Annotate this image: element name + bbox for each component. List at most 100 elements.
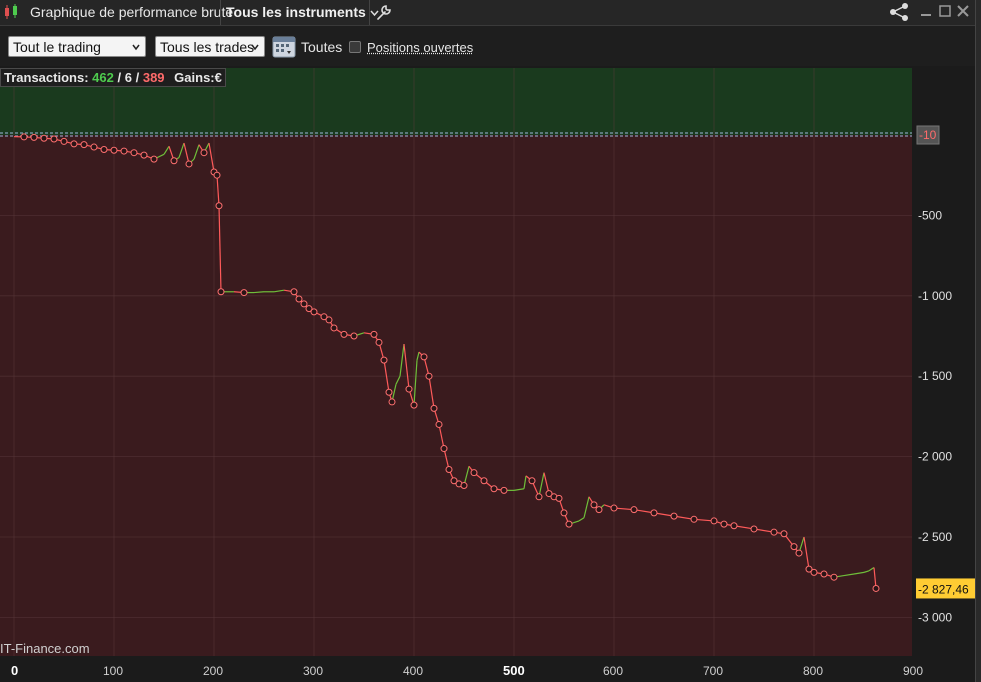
close-icon[interactable] — [955, 3, 971, 19]
losing-trade-marker[interactable] — [796, 550, 802, 556]
instruments-dropdown[interactable]: Tous les instruments — [226, 4, 379, 20]
losing-trade-marker[interactable] — [566, 521, 572, 527]
x-tick-label: 0 — [11, 663, 18, 678]
trades-select[interactable]: Tous les trades — [155, 36, 265, 57]
losing-trade-marker[interactable] — [651, 510, 657, 516]
open-positions-label[interactable]: Positions ouvertes — [367, 40, 473, 55]
losing-trade-marker[interactable] — [481, 478, 487, 484]
losing-trade-marker[interactable] — [873, 585, 879, 591]
losing-trade-marker[interactable] — [831, 574, 837, 580]
losing-trade-marker[interactable] — [41, 135, 47, 141]
losing-trade-marker[interactable] — [821, 571, 827, 577]
x-tick-label: 800 — [803, 664, 823, 678]
losing-trade-marker[interactable] — [811, 569, 817, 575]
losing-count: 389 — [143, 70, 165, 85]
losing-trade-marker[interactable] — [771, 529, 777, 535]
losing-trade-marker[interactable] — [631, 507, 637, 513]
losing-trade-marker[interactable] — [731, 523, 737, 529]
losing-trade-marker[interactable] — [71, 141, 77, 147]
calendar-icon[interactable] — [272, 34, 296, 58]
losing-trade-marker[interactable] — [301, 301, 307, 307]
losing-trade-marker[interactable] — [218, 289, 224, 295]
losing-trade-marker[interactable] — [381, 357, 387, 363]
losing-trade-marker[interactable] — [561, 510, 567, 516]
losing-trade-marker[interactable] — [671, 513, 677, 519]
losing-trade-marker[interactable] — [781, 531, 787, 537]
losing-trade-marker[interactable] — [214, 172, 220, 178]
losing-trade-marker[interactable] — [311, 309, 317, 315]
wrench-icon[interactable] — [374, 3, 394, 21]
losing-trade-marker[interactable] — [241, 290, 247, 296]
losing-trade-marker[interactable] — [81, 142, 87, 148]
losing-trade-marker[interactable] — [171, 158, 177, 164]
losing-trade-marker[interactable] — [791, 544, 797, 550]
scope-select-value: Tout le trading — [13, 39, 101, 55]
equity-segment — [254, 292, 264, 293]
gains-label: Gains: — [174, 70, 214, 85]
losing-trade-marker[interactable] — [751, 526, 757, 532]
losing-trade-marker[interactable] — [376, 339, 382, 345]
scope-select[interactable]: Tout le trading — [8, 36, 146, 57]
losing-trade-marker[interactable] — [596, 507, 602, 513]
losing-trade-marker[interactable] — [351, 333, 357, 339]
open-positions-checkbox[interactable] — [349, 41, 361, 53]
losing-trade-marker[interactable] — [471, 470, 477, 476]
losing-trade-marker[interactable] — [721, 521, 727, 527]
losing-trade-marker[interactable] — [441, 446, 447, 452]
losing-trade-marker[interactable] — [556, 495, 562, 501]
losing-trade-marker[interactable] — [691, 516, 697, 522]
losing-trade-marker[interactable] — [501, 487, 507, 493]
losing-trade-marker[interactable] — [131, 150, 137, 156]
losing-trade-marker[interactable] — [341, 331, 347, 337]
losing-trade-marker[interactable] — [151, 156, 157, 162]
x-tick-label: 100 — [103, 664, 123, 678]
maximize-icon[interactable] — [937, 3, 953, 19]
losing-trade-marker[interactable] — [389, 399, 395, 405]
period-label[interactable]: Toutes — [301, 39, 342, 55]
minimize-icon[interactable] — [918, 3, 934, 19]
losing-trade-marker[interactable] — [386, 389, 392, 395]
losing-trade-marker[interactable] — [101, 146, 107, 152]
separator: / — [117, 70, 121, 85]
share-icon[interactable] — [888, 2, 910, 22]
losing-trade-marker[interactable] — [201, 150, 207, 156]
losing-trade-marker[interactable] — [111, 147, 117, 153]
losing-trade-marker[interactable] — [591, 502, 597, 508]
losing-trade-marker[interactable] — [436, 421, 442, 427]
losing-trade-marker[interactable] — [291, 289, 297, 295]
losing-trade-marker[interactable] — [431, 405, 437, 411]
losing-trade-marker[interactable] — [61, 138, 67, 144]
x-axis-area — [0, 656, 912, 682]
y-tick-label: -1 500 — [918, 369, 952, 383]
losing-trade-marker[interactable] — [529, 478, 535, 484]
window-title: Graphique de performance brute — [30, 4, 233, 20]
losing-trade-marker[interactable] — [216, 203, 222, 209]
losing-trade-marker[interactable] — [406, 386, 412, 392]
losing-trade-marker[interactable] — [296, 296, 302, 302]
losing-trade-marker[interactable] — [31, 134, 37, 140]
x-tick-label: 200 — [203, 664, 223, 678]
losing-trade-marker[interactable] — [21, 134, 27, 140]
losing-trade-marker[interactable] — [141, 152, 147, 158]
losing-trade-marker[interactable] — [446, 466, 452, 472]
losing-trade-marker[interactable] — [51, 136, 57, 142]
losing-trade-marker[interactable] — [491, 486, 497, 492]
y-tick-label: -1 000 — [918, 289, 952, 303]
losing-trade-marker[interactable] — [326, 317, 332, 323]
performance-chart[interactable]: -500 -1 000 -1 500 -2 000 -2 500 -3 000 -10 0 10… — [0, 66, 975, 682]
losing-trade-marker[interactable] — [426, 373, 432, 379]
losing-trade-marker[interactable] — [461, 483, 467, 489]
x-tick-label: 700 — [703, 664, 723, 678]
losing-trade-marker[interactable] — [121, 148, 127, 154]
losing-trade-marker[interactable] — [371, 331, 377, 337]
losing-trade-marker[interactable] — [711, 518, 717, 524]
title-bar: Graphique de performance brute Tous les … — [0, 0, 975, 26]
losing-trade-marker[interactable] — [91, 144, 97, 150]
losing-trade-marker[interactable] — [331, 325, 337, 331]
losing-trade-marker[interactable] — [611, 505, 617, 511]
losing-trade-marker[interactable] — [186, 161, 192, 167]
separator: / — [136, 70, 140, 85]
losing-trade-marker[interactable] — [411, 402, 417, 408]
losing-trade-marker[interactable] — [536, 494, 542, 500]
losing-trade-marker[interactable] — [421, 354, 427, 360]
